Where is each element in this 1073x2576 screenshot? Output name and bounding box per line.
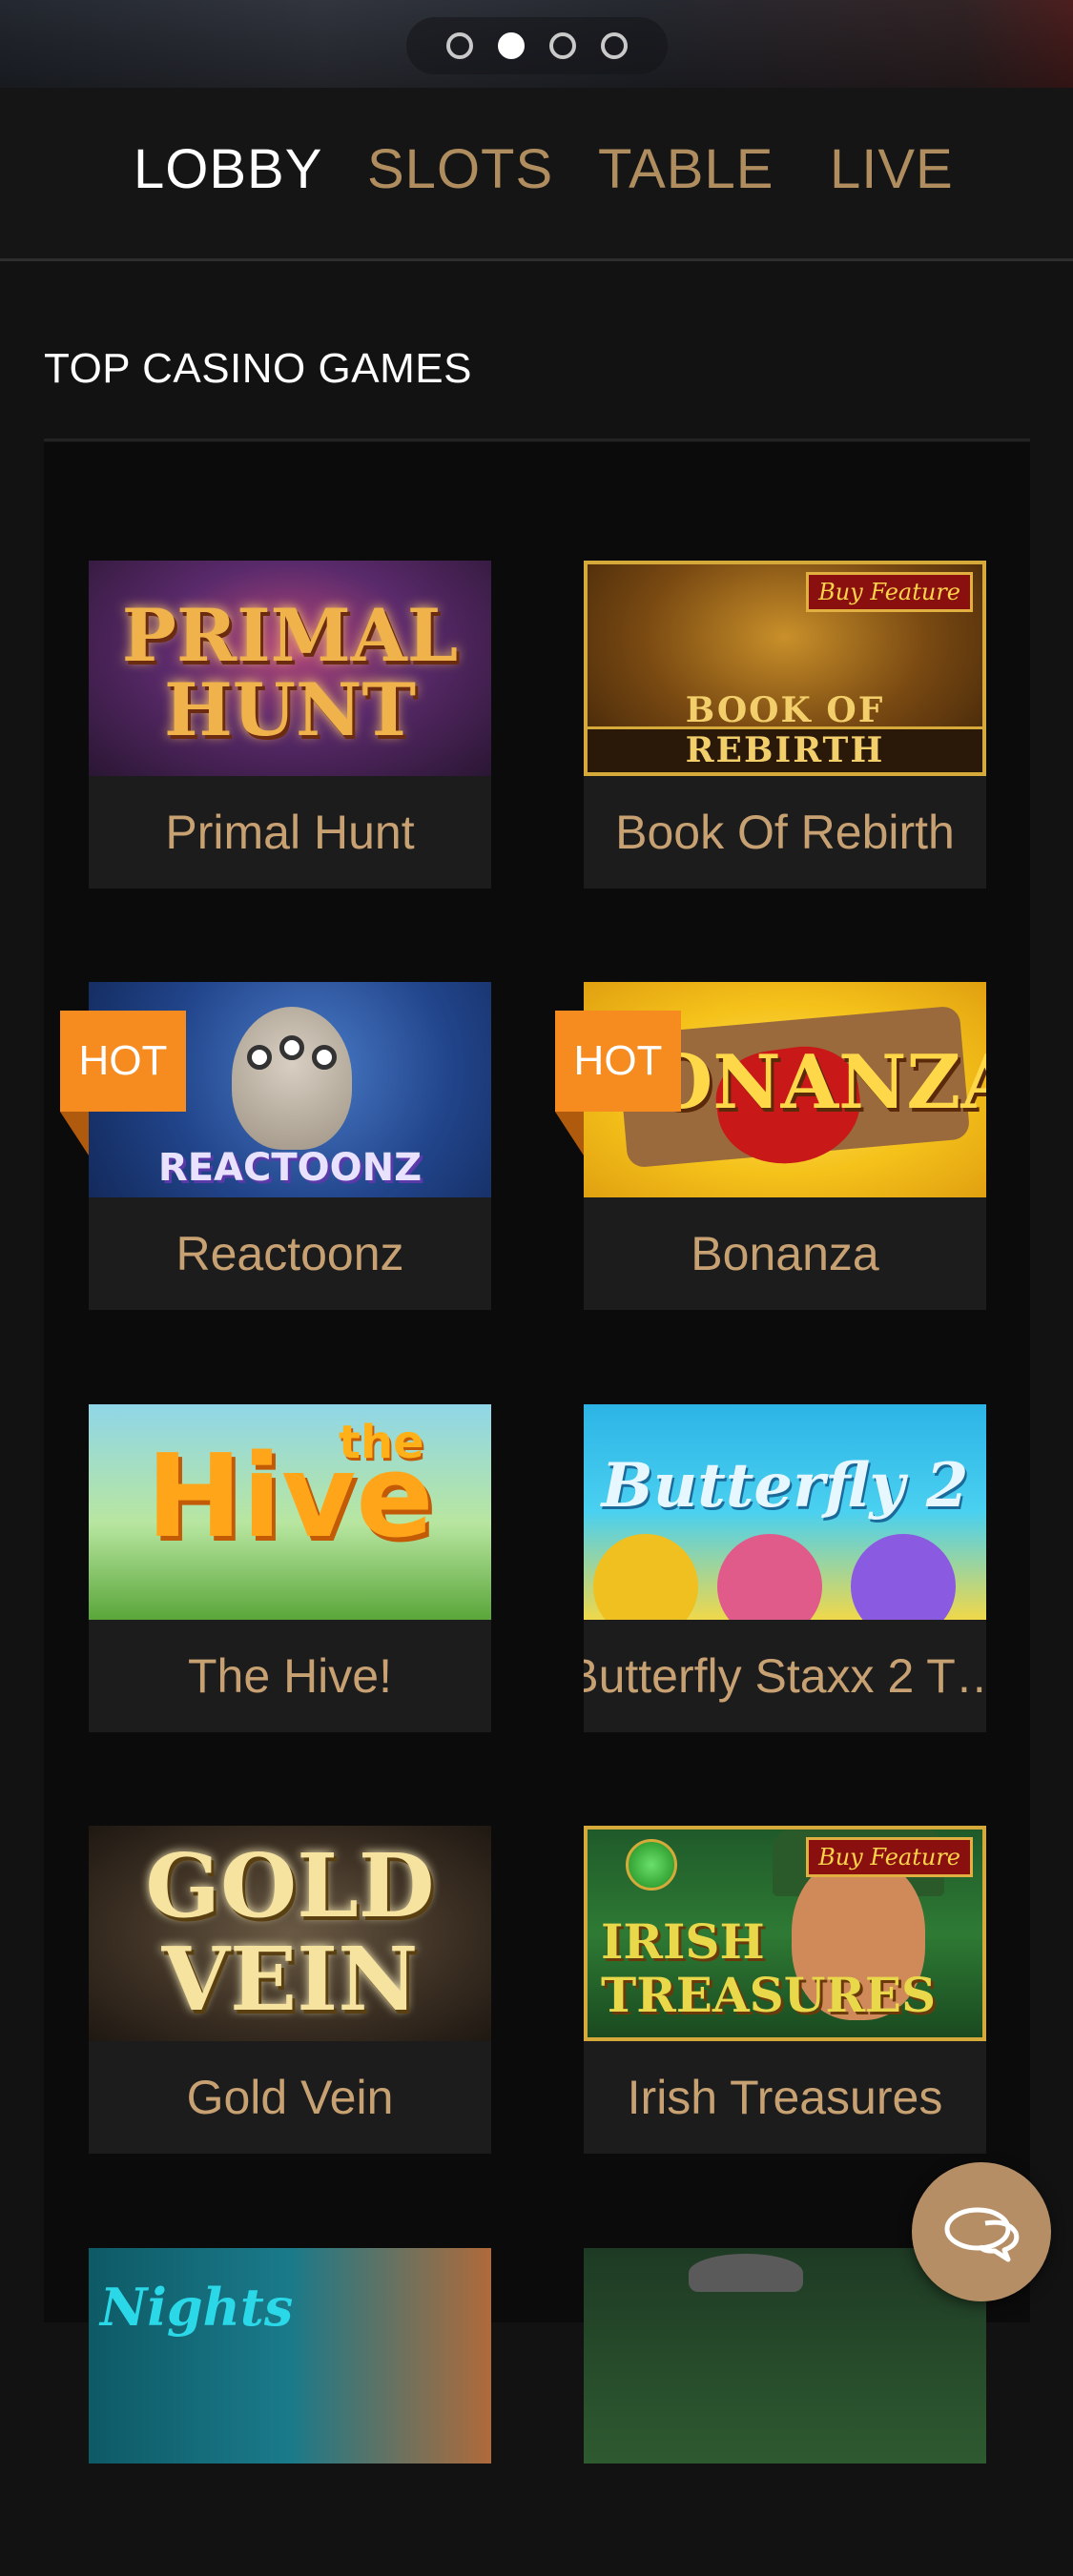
- game-art-title: BOOK OF REBIRTH: [685, 690, 885, 770]
- game-name: Primal Hunt: [89, 776, 491, 889]
- game-name: Butterfly Staxx 2 T…: [584, 1620, 986, 1732]
- game-card-gold-vein[interactable]: GOLD VEIN Gold Vein: [89, 1826, 491, 2154]
- game-card-butterfly-staxx-2[interactable]: Butterfly 2 Butterfly Staxx 2 T…: [584, 1404, 986, 1732]
- section-title: TOP CASINO GAMES: [44, 345, 472, 392]
- section-divider: [44, 439, 1030, 441]
- game-card-nights[interactable]: Nights: [89, 2248, 491, 2576]
- game-card-the-hive[interactable]: the Hive The Hive!: [89, 1404, 491, 1732]
- game-thumbnail: Buy Feature BOOK OF REBIRTH: [584, 561, 986, 776]
- tab-table[interactable]: TABLE: [598, 137, 774, 201]
- carousel-dot-4[interactable]: [601, 32, 628, 59]
- game-name: Book Of Rebirth: [584, 776, 986, 889]
- hot-badge: HOT: [555, 1011, 681, 1112]
- tab-slots[interactable]: SLOTS: [367, 137, 553, 201]
- chat-button[interactable]: [912, 2162, 1051, 2301]
- game-card-irish-treasures[interactable]: Buy Feature IRISH TREASURES Irish Treasu…: [584, 1826, 986, 2154]
- game-thumbnail: Butterfly 2: [584, 1404, 986, 1620]
- game-art-title: GOLD VEIN: [145, 1834, 435, 2031]
- game-name: Gold Vein: [89, 2041, 491, 2154]
- game-card-partial[interactable]: [584, 2248, 986, 2576]
- game-name: Bonanza: [584, 1197, 986, 1310]
- coin-illustration: [626, 1839, 677, 1891]
- buy-feature-badge: Buy Feature: [806, 572, 973, 612]
- game-thumbnail: Nights: [89, 2248, 491, 2464]
- game-name: The Hive!: [89, 1620, 491, 1732]
- tab-lobby[interactable]: LOBBY: [134, 137, 322, 201]
- hero-carousel[interactable]: [0, 0, 1073, 88]
- game-art-title: Nights: [100, 2277, 294, 2338]
- category-tabs: LOBBY SLOTS TABLE LIVE: [0, 88, 1073, 261]
- game-art-title: PRIMAL HUNT: [121, 593, 459, 752]
- carousel-dot-2[interactable]: [498, 32, 525, 59]
- tab-live[interactable]: LIVE: [830, 137, 954, 201]
- game-art-title: Hive: [146, 1431, 434, 1564]
- chat-bubble-icon: [944, 2207, 1020, 2262]
- game-thumbnail: the Hive: [89, 1404, 491, 1620]
- game-thumbnail: Buy Feature IRISH TREASURES: [584, 1826, 986, 2041]
- game-thumbnail: PRIMAL HUNT: [89, 561, 491, 776]
- game-card-book-of-rebirth[interactable]: Buy Feature BOOK OF REBIRTH Book Of Rebi…: [584, 561, 986, 889]
- game-art-title: REACTOONZ: [157, 1146, 423, 1190]
- hot-badge-fold: [555, 1112, 584, 1155]
- game-card-primal-hunt[interactable]: PRIMAL HUNT Primal Hunt: [89, 561, 491, 889]
- carousel-dot-3[interactable]: [549, 32, 576, 59]
- game-art-title: Butterfly 2: [601, 1450, 969, 1522]
- game-thumbnail: [584, 2248, 986, 2464]
- hot-badge: HOT: [60, 1011, 186, 1112]
- game-name: Irish Treasures: [584, 2041, 986, 2154]
- game-art-title: IRISH TREASURES: [601, 1913, 937, 2023]
- carousel-dot-1[interactable]: [446, 32, 473, 59]
- game-thumbnail: GOLD VEIN: [89, 1826, 491, 2041]
- monster-illustration: [232, 1007, 352, 1150]
- buy-feature-badge: Buy Feature: [806, 1837, 973, 1877]
- hot-badge-fold: [60, 1112, 89, 1155]
- character-hat: [689, 2254, 803, 2292]
- game-name: Reactoonz: [89, 1197, 491, 1310]
